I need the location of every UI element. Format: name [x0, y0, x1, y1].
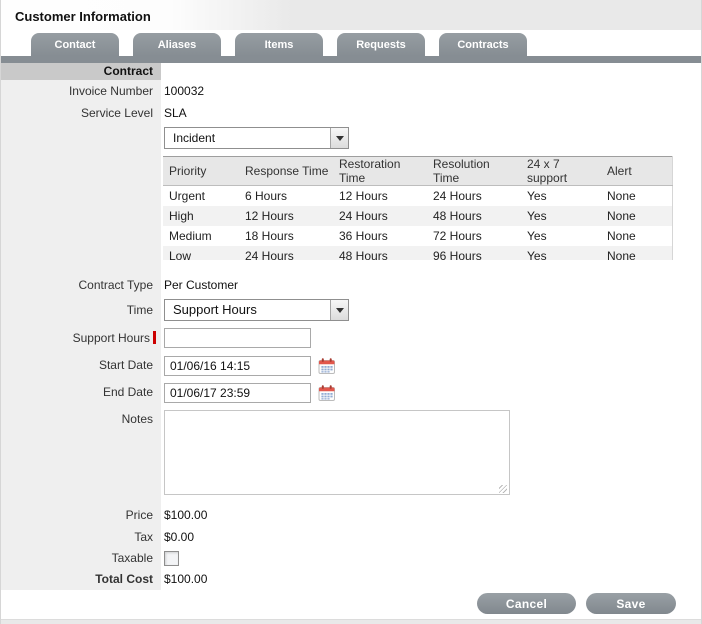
sla-priority-table: Priority Response Time Restoration Time … — [163, 156, 673, 260]
contract-type-label: Contract Type — [1, 274, 161, 296]
table-header-row: Priority Response Time Restoration Time … — [163, 157, 673, 186]
col-alert: Alert — [603, 157, 673, 186]
page-bottom-edge — [1, 619, 701, 624]
col-response-time: Response Time — [241, 157, 335, 186]
time-select[interactable]: Support Hours — [164, 299, 349, 321]
cancel-button[interactable]: Cancel — [477, 593, 576, 614]
table-row: Low 24 Hours 48 Hours 96 Hours Yes None — [163, 246, 673, 261]
price-row: Price $100.00 — [1, 504, 701, 526]
taxable-row: Taxable — [1, 548, 701, 568]
action-button-row: Cancel Save — [1, 590, 701, 619]
tax-label: Tax — [1, 526, 161, 548]
col-24x7-support: 24 x 7 support — [523, 157, 603, 186]
price-label: Price — [1, 504, 161, 526]
support-hours-input[interactable] — [164, 328, 311, 348]
invoice-number-value: 100032 — [161, 80, 701, 102]
col-resolution-time: Resolution Time — [429, 157, 523, 186]
taxable-checkbox[interactable] — [164, 551, 179, 566]
tax-row: Tax $0.00 — [1, 526, 701, 548]
sla-type-select-button[interactable] — [330, 128, 348, 148]
calendar-icon[interactable] — [318, 384, 336, 402]
total-cost-value: $100.00 — [161, 568, 701, 590]
table-row: Medium 18 Hours 36 Hours 72 Hours Yes No… — [163, 226, 673, 246]
start-date-label: Start Date — [1, 352, 161, 379]
time-select-button[interactable] — [330, 300, 348, 320]
total-cost-row: Total Cost $100.00 — [1, 568, 701, 590]
support-hours-label: Support Hours — [73, 331, 150, 345]
start-date-input[interactable] — [164, 356, 311, 376]
tab-strip-divider — [1, 56, 701, 63]
tab-contracts[interactable]: Contracts — [439, 33, 527, 56]
page-title: Customer Information — [15, 9, 701, 24]
tab-aliases[interactable]: Aliases — [133, 33, 221, 56]
contract-type-value: Per Customer — [161, 274, 701, 296]
col-priority: Priority — [163, 157, 241, 186]
section-header-contract: Contract — [1, 63, 161, 80]
time-label: Time — [1, 296, 161, 324]
end-date-input[interactable] — [164, 383, 311, 403]
taxable-label: Taxable — [1, 548, 161, 568]
service-level-value: SLA — [161, 102, 701, 124]
table-row: High 12 Hours 24 Hours 48 Hours Yes None — [163, 206, 673, 226]
tab-contact[interactable]: Contact — [31, 33, 119, 56]
contract-type-row: Contract Type Per Customer — [1, 274, 701, 296]
start-date-row: Start Date — [1, 352, 701, 379]
notes-label: Notes — [1, 406, 161, 498]
sla-type-select[interactable]: Incident — [164, 127, 349, 149]
chevron-down-icon — [336, 308, 344, 313]
calendar-icon[interactable] — [318, 357, 336, 375]
save-button[interactable]: Save — [586, 593, 676, 614]
table-row: Urgent 6 Hours 12 Hours 24 Hours Yes Non… — [163, 186, 673, 206]
service-level-label: Service Level — [1, 102, 161, 124]
time-select-value: Support Hours — [165, 300, 330, 320]
end-date-row: End Date — [1, 379, 701, 406]
tax-value: $0.00 — [161, 526, 701, 548]
page-header: Customer Information — [1, 0, 701, 30]
tab-items[interactable]: Items — [235, 33, 323, 56]
sla-type-select-value: Incident — [165, 128, 330, 148]
end-date-label: End Date — [1, 379, 161, 406]
tab-requests[interactable]: Requests — [337, 33, 425, 56]
required-marker — [153, 331, 156, 344]
notes-row: Notes — [1, 406, 701, 498]
service-level-row: Service Level SLA — [1, 102, 701, 124]
customer-information-page: Customer Information Contact Aliases Ite… — [0, 0, 702, 624]
resize-grip-icon[interactable] — [499, 485, 507, 493]
invoice-number-row: Invoice Number 100032 — [1, 80, 701, 102]
chevron-down-icon — [336, 136, 344, 141]
invoice-number-label: Invoice Number — [1, 80, 161, 102]
notes-textarea[interactable] — [164, 410, 510, 495]
time-row: Time Support Hours — [1, 296, 701, 324]
tab-bar: Contact Aliases Items Requests Contracts — [1, 30, 701, 56]
support-hours-row: Support Hours — [1, 324, 701, 352]
col-restoration-time: Restoration Time — [335, 157, 429, 186]
total-cost-label: Total Cost — [1, 568, 161, 590]
price-value: $100.00 — [161, 504, 701, 526]
